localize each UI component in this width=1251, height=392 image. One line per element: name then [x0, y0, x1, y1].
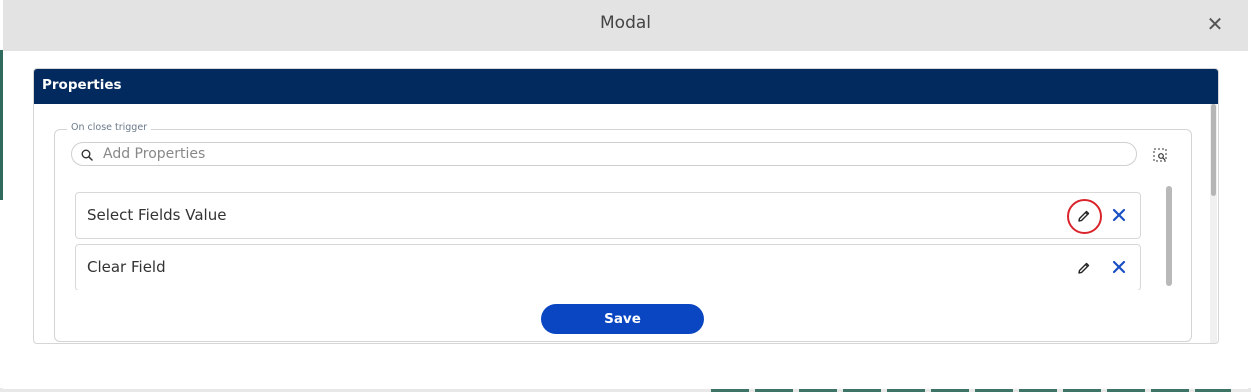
- panel-scrollbar[interactable]: [1210, 104, 1217, 343]
- search-input[interactable]: [103, 145, 1123, 163]
- select-area-icon[interactable]: [1153, 148, 1167, 162]
- properties-panel: Properties On close trigger Select Field…: [33, 68, 1219, 344]
- modal-dialog: Modal ✕ Properties On close trigger Add …: [3, 0, 1248, 389]
- pencil-icon[interactable]: [1076, 260, 1092, 276]
- search-icon: [81, 149, 93, 161]
- trigger-properties-list: Select Fields Value Clear Field: [75, 190, 1155, 290]
- on-close-trigger-group: On close trigger Select Fields Value: [54, 122, 1192, 342]
- item-label: Select Fields Value: [87, 206, 227, 224]
- save-button[interactable]: Save: [541, 304, 704, 334]
- close-icon[interactable]: ✕: [1204, 12, 1226, 36]
- list-item: Clear Field: [75, 244, 1141, 290]
- list-item: Select Fields Value: [75, 192, 1141, 239]
- close-icon[interactable]: [1111, 259, 1127, 275]
- panel-scrollbar-thumb[interactable]: [1211, 104, 1216, 196]
- close-icon[interactable]: [1111, 207, 1127, 223]
- list-scrollbar[interactable]: [1166, 186, 1172, 286]
- list-scrollbar-thumb[interactable]: [1166, 186, 1172, 286]
- modal-header: Modal ✕: [3, 0, 1248, 51]
- modal-title: Modal: [600, 13, 651, 33]
- item-label: Clear Field: [87, 258, 166, 276]
- panel-title: Properties: [34, 69, 1218, 104]
- add-properties-search[interactable]: [71, 142, 1137, 166]
- group-legend: On close trigger: [67, 122, 152, 133]
- pencil-icon[interactable]: [1076, 208, 1092, 224]
